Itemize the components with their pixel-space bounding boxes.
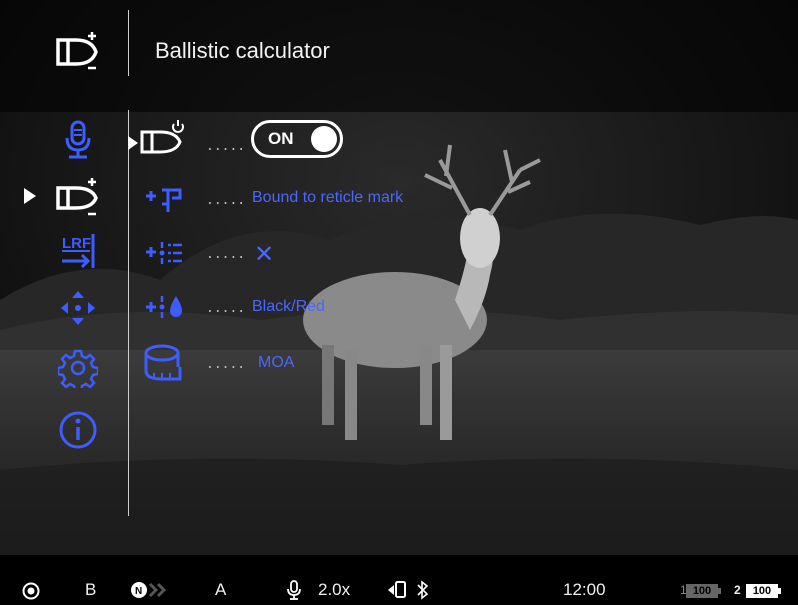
microphone-status-icon — [287, 580, 301, 605]
dots-separator: ..... — [206, 357, 246, 372]
dots-separator: ..... — [206, 193, 246, 208]
sidebar-item-microphone[interactable] — [56, 118, 100, 162]
reticle-binding-value: Bound to reticle mark — [252, 189, 404, 206]
submenu-row-reticle-list[interactable] — [138, 236, 190, 270]
submenu-row-ballistics-power[interactable] — [138, 120, 190, 154]
battery2-label: 2 — [734, 583, 741, 597]
battery1-tip — [718, 588, 721, 594]
toggle-knob — [311, 126, 337, 152]
sidebar-item-info[interactable] — [56, 408, 100, 452]
sidebar-item-zeroing[interactable] — [56, 286, 100, 330]
submenu-selected-arrow — [128, 136, 138, 155]
reticle-list-icon — [146, 242, 182, 264]
night-mode-icon: N — [130, 581, 176, 604]
status-bar: B N A 2.0x 12:00 1 100 2 100 — [0, 578, 798, 603]
battery2-tip — [778, 588, 781, 594]
submenu-row-units[interactable] — [138, 344, 190, 381]
bullet-power-icon — [140, 120, 184, 154]
microphone-icon — [65, 120, 91, 159]
dots-separator: ..... — [206, 139, 246, 154]
battery2-value: 100 — [746, 584, 778, 598]
dots-separator: ..... — [206, 301, 246, 316]
header-bullet-icon — [52, 30, 102, 74]
zoom-level: 2.0x — [318, 580, 351, 599]
toggle-label: ON — [268, 129, 294, 148]
submenu-row-reticle-color[interactable] — [138, 290, 190, 324]
thermal-scene-background — [0, 0, 798, 603]
gear-icon — [58, 349, 98, 388]
wifi-phone-icon — [386, 580, 412, 605]
svg-text:LRF: LRF — [62, 235, 91, 252]
crosshair-arrows-icon — [61, 291, 95, 325]
page-title: Ballistic calculator — [155, 38, 330, 63]
sidebar-selected-arrow — [24, 188, 36, 209]
bullet-plus-icon — [56, 178, 98, 216]
sidebar-item-lrf[interactable]: LRF — [56, 228, 100, 272]
lrf-icon: LRF — [62, 234, 95, 269]
battery1-value: 100 — [686, 584, 718, 598]
menu-divider — [128, 110, 129, 516]
bluetooth-icon — [416, 580, 430, 605]
submenu-row-reticle-binding[interactable] — [138, 182, 190, 216]
mode-indicator: B — [85, 580, 97, 599]
clock: 12:00 — [563, 580, 606, 599]
sidebar-item-settings[interactable] — [56, 346, 100, 390]
sidebar-item-ballistic[interactable] — [52, 176, 102, 220]
dots-separator: ..... — [206, 247, 246, 262]
ballistics-toggle[interactable]: ON — [251, 120, 343, 158]
tape-measure-icon — [144, 344, 182, 381]
units-value: MOA — [258, 354, 295, 371]
record-icon — [22, 582, 40, 605]
mode2-indicator: A — [215, 580, 227, 599]
reticle-color-value: Black/Red — [252, 298, 325, 315]
reticle-list-value: ✕ — [254, 241, 275, 268]
header-divider — [128, 10, 129, 76]
reticle-color-icon — [146, 296, 182, 318]
reticle-bound-icon — [146, 188, 182, 212]
info-icon — [59, 411, 97, 449]
svg-text:N: N — [135, 586, 142, 597]
